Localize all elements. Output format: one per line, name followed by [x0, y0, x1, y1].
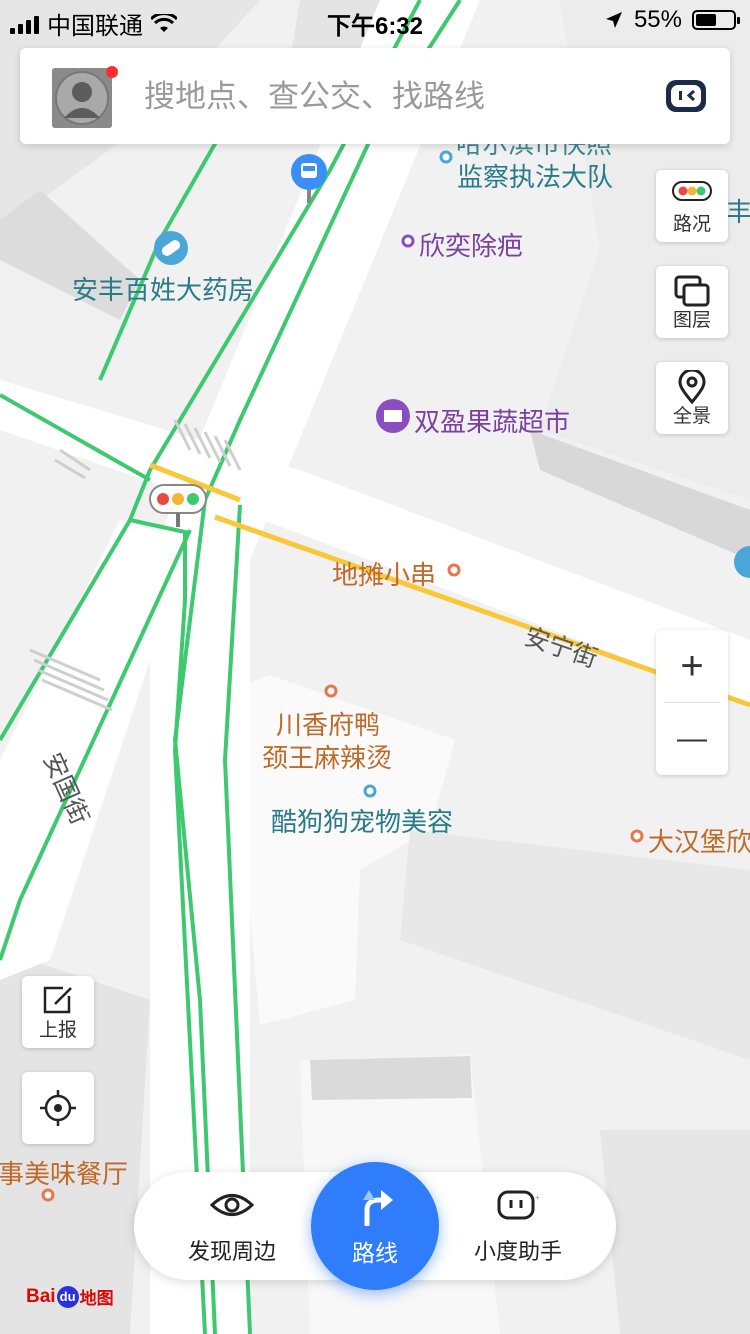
svg-text:+: + [535, 1193, 540, 1202]
eye-icon [209, 1194, 255, 1216]
poi-label[interactable]: 地摊小串 [332, 555, 436, 592]
location-arrow-icon [605, 12, 622, 28]
layers-button[interactable]: 图层 [656, 266, 728, 338]
traffic-light-icon [672, 181, 712, 201]
panorama-label: 全景 [672, 406, 711, 427]
assistant-icon[interactable] [664, 76, 708, 116]
battery-icon [692, 10, 740, 30]
panorama-pin-icon [678, 370, 706, 404]
discover-nearby-button[interactable]: 发现周边 [162, 1190, 302, 1266]
traffic-label: 路况 [672, 214, 711, 235]
battery-percent: 55% [633, 6, 682, 33]
zoom-out-button[interactable]: — [656, 703, 728, 775]
discover-label: 发现周边 [187, 1239, 276, 1264]
poi-label[interactable]: 欣奕除疤 [419, 226, 523, 263]
logo-bai: Bai [26, 1285, 56, 1307]
poi-label[interactable]: 事美味餐厅 [0, 1154, 128, 1191]
assistant-robot-icon: + [497, 1190, 540, 1220]
traffic-button[interactable]: 路况 [656, 170, 728, 242]
poi-label[interactable]: 颈王麻辣烫 [262, 738, 392, 775]
poi-label[interactable]: 酷狗狗宠物美容 [271, 802, 453, 839]
locate-crosshair-icon [40, 1090, 76, 1126]
layers-icon [674, 275, 710, 307]
zoom-in-button[interactable]: + [656, 630, 728, 702]
notification-dot [106, 66, 118, 78]
poi-label[interactable]: 安丰百姓大药房 [72, 270, 254, 307]
assistant-button[interactable]: + 小度助手 [448, 1190, 588, 1266]
poi-label[interactable]: 大汉堡欣 [648, 822, 750, 859]
poi-label[interactable]: 双盈果蔬超市 [414, 402, 570, 439]
panorama-button[interactable]: 全景 [656, 362, 728, 434]
edit-icon [43, 986, 72, 1014]
report-button[interactable]: 上报 [22, 976, 94, 1048]
route-label: 路线 [352, 1240, 398, 1266]
poi-label[interactable]: 监察执法大队 [457, 157, 613, 194]
locate-button[interactable] [22, 1072, 94, 1144]
report-label: 上报 [38, 1020, 77, 1041]
assistant-label: 小度助手 [473, 1239, 562, 1264]
user-icon [52, 68, 112, 128]
route-button[interactable]: 路线 [311, 1162, 439, 1290]
baidu-map-logo: Bai du 地图 [26, 1284, 114, 1309]
map-canvas[interactable] [0, 0, 750, 1334]
logo-du: du [56, 1285, 79, 1308]
layers-label: 图层 [672, 310, 711, 331]
status-bar: 中国联通 下午6:32 55% [0, 0, 750, 40]
poi-label[interactable]: 丰 [726, 192, 750, 229]
search-bar [20, 48, 730, 144]
logo-map: 地图 [79, 1289, 114, 1308]
poi-label[interactable]: 川香府鸭 [276, 705, 380, 742]
zoom-control: + — [656, 630, 728, 775]
avatar[interactable] [52, 68, 112, 128]
search-input[interactable] [142, 74, 626, 120]
route-arrow-icon [363, 1190, 393, 1226]
